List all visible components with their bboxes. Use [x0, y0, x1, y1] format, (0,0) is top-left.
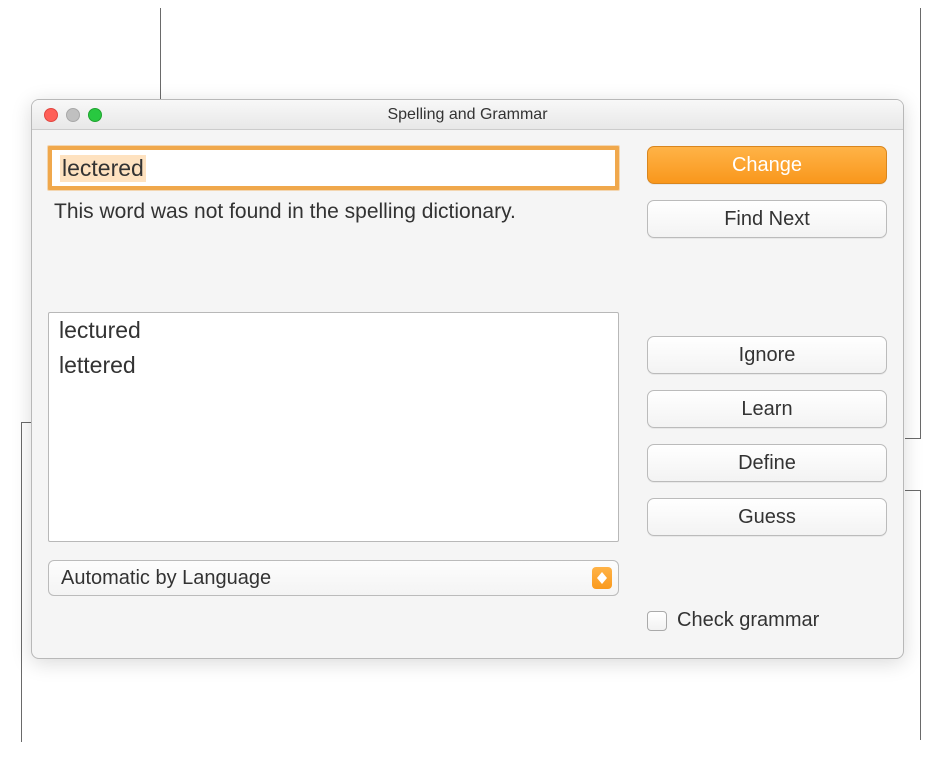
titlebar: Spelling and Grammar: [32, 100, 903, 130]
suggestions-list[interactable]: lectured lettered: [48, 312, 619, 542]
spelling-grammar-window: Spelling and Grammar lectered This word …: [31, 99, 904, 659]
minimize-icon[interactable]: [66, 108, 80, 122]
status-text: This word was not found in the spelling …: [48, 200, 619, 224]
check-grammar-checkbox[interactable]: [647, 611, 667, 631]
callout-line: [21, 422, 22, 742]
ignore-button[interactable]: Ignore: [647, 336, 887, 374]
language-select-value: Automatic by Language: [61, 567, 271, 590]
close-icon[interactable]: [44, 108, 58, 122]
change-button[interactable]: Change: [647, 146, 887, 184]
check-grammar-label: Check grammar: [677, 609, 819, 632]
learn-button[interactable]: Learn: [647, 390, 887, 428]
language-select[interactable]: Automatic by Language: [48, 560, 619, 596]
list-item[interactable]: lettered: [49, 348, 618, 383]
callout-line: [905, 438, 921, 439]
misspelled-word-text: lectered: [60, 155, 146, 182]
callout-line: [905, 490, 921, 491]
list-item[interactable]: lectured: [49, 313, 618, 348]
misspelled-word-input[interactable]: lectered: [48, 146, 619, 190]
zoom-icon[interactable]: [88, 108, 102, 122]
window-title: Spelling and Grammar: [32, 106, 903, 124]
find-next-button[interactable]: Find Next: [647, 200, 887, 238]
guess-button[interactable]: Guess: [647, 498, 887, 536]
define-button[interactable]: Define: [647, 444, 887, 482]
callout-line: [920, 8, 921, 438]
callout-line: [920, 490, 921, 740]
window-controls: [32, 108, 102, 122]
updown-icon: [592, 567, 612, 589]
